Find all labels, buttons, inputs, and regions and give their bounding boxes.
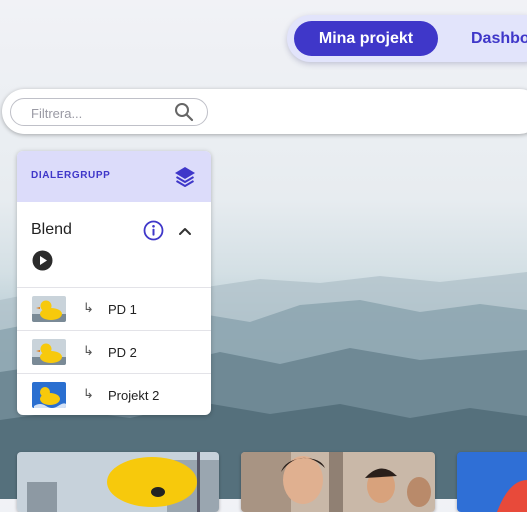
duck-thumb (32, 296, 66, 322)
duck-blue-thumb (32, 382, 66, 408)
sub-item-arrow-icon: ↳ (83, 300, 94, 315)
project-card[interactable] (457, 452, 527, 512)
row-label: Projekt 2 (108, 388, 160, 403)
people-card-image (241, 452, 435, 512)
panel-header: DIALERGRUPP (17, 151, 211, 202)
row-label: PD 2 (108, 345, 137, 360)
duck-card-image (17, 452, 219, 512)
panel-header-label: DIALERGRUPP (31, 170, 111, 181)
layers-icon (175, 167, 195, 187)
tab-mina-projekt[interactable]: Mina projekt (294, 21, 438, 56)
blue-card-image (457, 452, 527, 512)
list-item[interactable]: ↳ PD 2 (17, 330, 211, 373)
filter-field (10, 98, 208, 126)
play-icon[interactable] (32, 250, 53, 271)
sub-item-arrow-icon: ↳ (83, 386, 94, 401)
row-label: PD 1 (108, 302, 137, 317)
sub-item-arrow-icon: ↳ (83, 343, 94, 358)
list-item[interactable]: ↳ Projekt 2 (17, 373, 211, 415)
dialer-group-panel: DIALERGRUPP Blend ↳ PD 1 ↳ PD 2 ↳ Projek… (17, 151, 211, 415)
search-icon[interactable] (174, 102, 194, 122)
filter-input[interactable] (29, 103, 173, 123)
group-name: Blend (31, 221, 72, 238)
tab-dashboard[interactable]: Dashbo (471, 21, 527, 56)
list-item[interactable]: ↳ PD 1 (17, 287, 211, 330)
project-card[interactable] (17, 452, 219, 512)
info-icon[interactable] (143, 220, 164, 241)
chevron-up-icon[interactable] (177, 223, 193, 239)
project-card[interactable] (241, 452, 435, 512)
duck-thumb (32, 339, 66, 365)
